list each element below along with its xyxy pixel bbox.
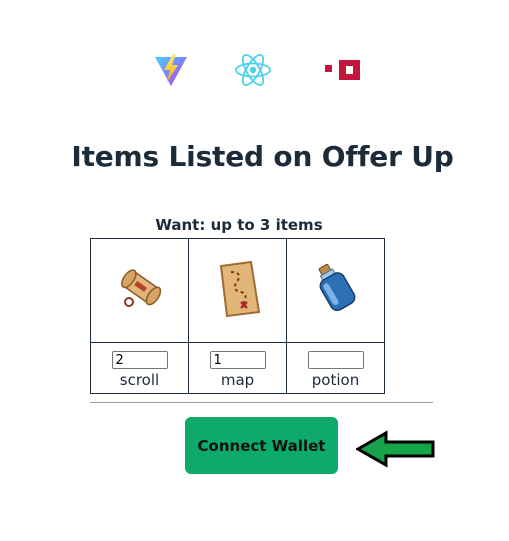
divider xyxy=(90,402,433,403)
item-label-scroll: scroll xyxy=(119,371,160,389)
react-logo-icon[interactable] xyxy=(234,51,272,89)
brand-logo-icon[interactable] xyxy=(325,60,361,82)
item-label-map: map xyxy=(220,371,255,389)
item-control-cell: scroll xyxy=(90,342,189,394)
item-image-cell xyxy=(90,238,189,343)
item-control-cell: map xyxy=(188,342,287,394)
connect-wallet-button[interactable]: Connect Wallet xyxy=(185,417,338,474)
items-table: scroll map potion xyxy=(90,238,385,394)
arrow-left-icon xyxy=(356,430,435,468)
page-title: Items Listed on Offer Up xyxy=(71,140,454,173)
map-icon[interactable] xyxy=(211,258,265,320)
item-label-potion: potion xyxy=(311,371,360,389)
potion-quantity-input[interactable] xyxy=(307,351,364,369)
want-label: Want: up to 3 items xyxy=(155,216,323,234)
item-image-cell xyxy=(286,238,385,343)
item-image-cell xyxy=(188,238,287,343)
logo-bar xyxy=(0,52,509,92)
scroll-quantity-input[interactable] xyxy=(111,351,168,369)
map-quantity-input[interactable] xyxy=(209,351,266,369)
item-control-cell: potion xyxy=(286,342,385,394)
potion-icon[interactable] xyxy=(311,261,361,317)
scroll-icon[interactable] xyxy=(115,264,165,314)
vite-logo-icon[interactable] xyxy=(153,52,189,88)
